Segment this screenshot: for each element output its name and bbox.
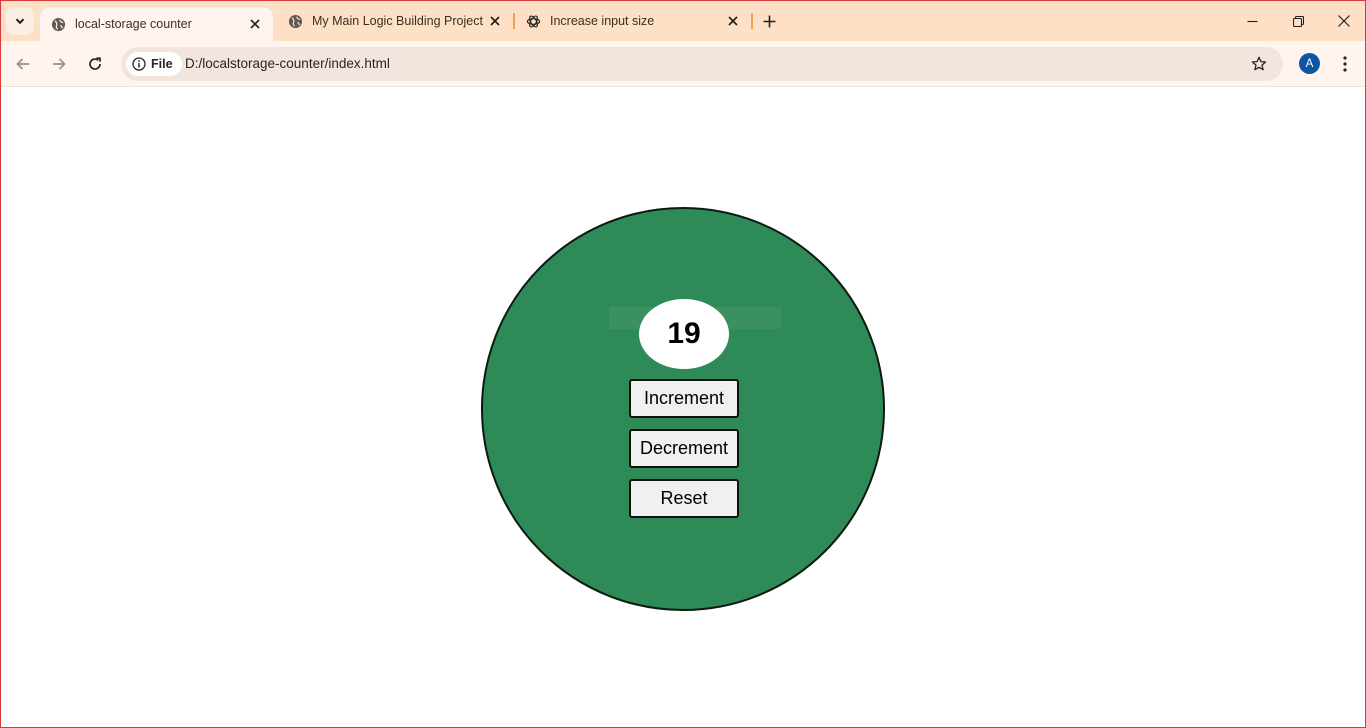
browser-toolbar: File D:/localstorage-counter/index.html … <box>1 41 1365 87</box>
globe-icon <box>287 13 303 29</box>
decrement-button[interactable]: Decrement <box>629 429 739 468</box>
bookmark-button[interactable] <box>1247 52 1271 76</box>
reset-button[interactable]: Reset <box>629 479 739 518</box>
minimize-icon <box>1247 20 1257 22</box>
kebab-menu-icon <box>1343 56 1347 72</box>
close-icon <box>1338 15 1350 27</box>
address-bar[interactable]: File D:/localstorage-counter/index.html <box>121 47 1283 81</box>
counter-display: 19 <box>639 299 729 369</box>
plus-icon <box>763 15 775 27</box>
globe-icon <box>50 16 66 32</box>
tab-separator <box>751 13 753 29</box>
tab-local-storage-counter[interactable]: local-storage counter <box>40 7 273 41</box>
page-viewport: 19 Increment Decrement Reset <box>1 88 1365 727</box>
reload-button[interactable] <box>80 49 110 79</box>
close-icon[interactable] <box>483 9 507 33</box>
close-window-button[interactable] <box>1321 1 1366 41</box>
increment-button[interactable]: Increment <box>629 379 739 418</box>
tab-title: local-storage counter <box>75 17 192 31</box>
restore-icon <box>1292 15 1304 27</box>
chevron-down-icon <box>15 18 25 25</box>
star-icon <box>1251 56 1267 71</box>
site-chip-label: File <box>151 57 173 71</box>
tab-search-button[interactable] <box>6 7 34 35</box>
arrow-left-icon <box>16 58 29 70</box>
close-icon[interactable] <box>243 12 267 36</box>
browser-menu-button[interactable] <box>1333 50 1357 78</box>
tab-strip: local-storage counter My Main Logic Buil… <box>1 1 1365 41</box>
tab-title: My Main Logic Building Project <box>312 14 483 28</box>
url-text[interactable]: D:/localstorage-counter/index.html <box>185 47 390 81</box>
counter-circle: 19 Increment Decrement Reset <box>481 207 885 611</box>
site-info-chip[interactable]: File <box>126 52 182 76</box>
arrow-right-icon <box>53 58 66 70</box>
forward-button[interactable] <box>44 49 74 79</box>
openai-icon <box>525 13 541 29</box>
tab-main-logic-building[interactable]: My Main Logic Building Project <box>277 1 513 41</box>
new-tab-button[interactable] <box>757 9 781 33</box>
tab-increase-input-size[interactable]: Increase input size <box>515 1 751 41</box>
restore-button[interactable] <box>1275 1 1321 41</box>
tab-title: Increase input size <box>550 14 655 28</box>
minimize-button[interactable] <box>1229 1 1275 41</box>
back-button[interactable] <box>8 49 38 79</box>
info-icon <box>132 57 146 71</box>
close-icon[interactable] <box>721 9 745 33</box>
reload-icon <box>89 57 101 70</box>
avatar[interactable]: A <box>1299 53 1320 74</box>
